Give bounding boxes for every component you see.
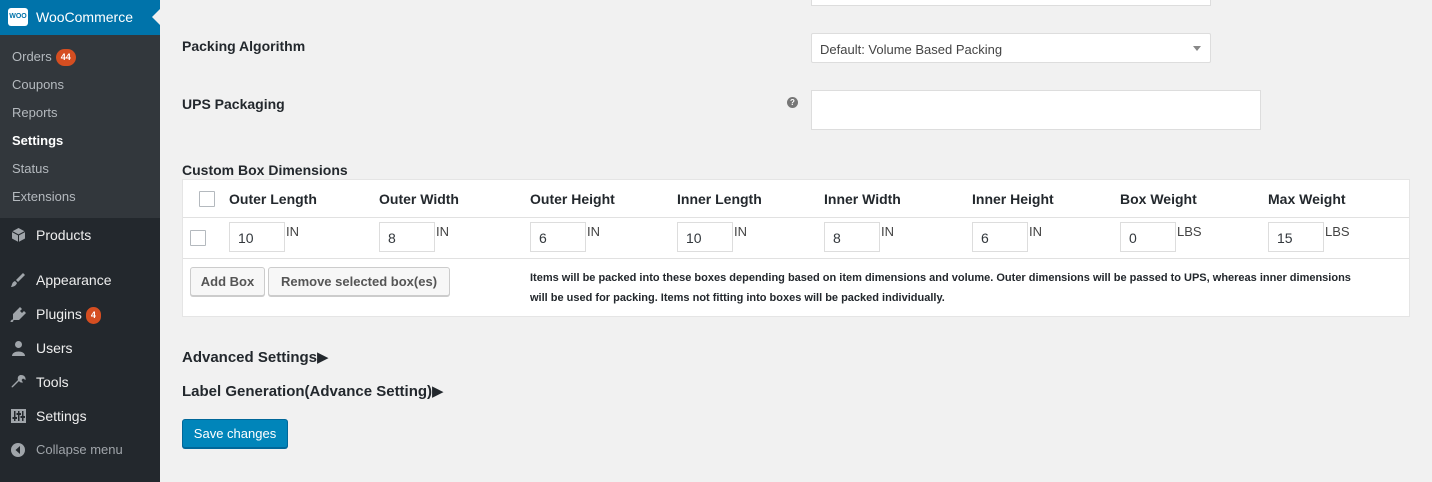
woocommerce-submenu: Orders 44 Coupons Reports Settings Status…: [0, 35, 160, 218]
unit-label: IN: [286, 224, 299, 239]
row-select-checkbox[interactable]: [190, 230, 206, 246]
unit-label: IN: [734, 224, 747, 239]
label-generation-toggle[interactable]: Label Generation(Advance Setting)▶: [182, 382, 444, 400]
sidebar-item-label: Products: [36, 227, 92, 243]
woocommerce-menu-label: WooCommerce: [36, 9, 133, 25]
inner-width-input[interactable]: 8: [824, 222, 880, 252]
woocommerce-menu-header[interactable]: WOO WooCommerce: [0, 0, 160, 35]
sidebar-item-label: Tools: [36, 374, 69, 390]
outer-length-input[interactable]: 10: [229, 222, 285, 252]
sidebar-item-settings[interactable]: Settings: [0, 399, 160, 433]
sidebar-item-label: Users: [36, 340, 73, 356]
column-header-inner-length: Inner Length: [677, 191, 762, 207]
ups-packaging-multiselect[interactable]: [811, 90, 1261, 130]
column-header-outer-length: Outer Length: [229, 191, 317, 207]
ups-packaging-label: UPS Packaging: [182, 96, 285, 112]
plugins-update-badge: 4: [85, 307, 101, 324]
admin-sidebar: WOO WooCommerce Orders 44 Coupons Reports…: [0, 0, 160, 482]
unit-label: LBS: [1325, 224, 1350, 239]
sidebar-item-users[interactable]: Users: [0, 331, 160, 365]
submenu-item-coupons[interactable]: Coupons: [12, 77, 64, 92]
inner-height-input[interactable]: 6: [972, 222, 1028, 252]
save-changes-button[interactable]: Save changes: [182, 419, 288, 448]
custom-box-table: Outer Length Outer Width Outer Height In…: [182, 179, 1410, 317]
collapse-menu-label: Collapse menu: [36, 442, 123, 457]
plugin-icon: [10, 306, 27, 323]
column-header-outer-height: Outer Height: [530, 191, 615, 207]
outer-height-input[interactable]: 6: [530, 222, 586, 252]
unit-label: LBS: [1177, 224, 1202, 239]
sidebar-item-tools[interactable]: Tools: [0, 365, 160, 399]
chevron-down-icon: [1193, 46, 1201, 51]
cube-icon: [10, 227, 27, 243]
unit-label: IN: [587, 224, 600, 239]
table-row-divider: [183, 258, 1409, 259]
box-weight-input[interactable]: 0: [1120, 222, 1176, 252]
previous-setting-field[interactable]: [811, 0, 1211, 6]
paintbrush-icon: [10, 272, 27, 288]
box-packing-description: Items will be packed into these boxes de…: [530, 272, 1351, 304]
collapse-menu-button[interactable]: Collapse menu: [0, 433, 160, 467]
select-all-checkbox[interactable]: [199, 191, 215, 207]
submenu-item-status[interactable]: Status: [12, 161, 49, 176]
submenu-item-extensions[interactable]: Extensions: [12, 189, 76, 204]
settings-content: Packing Algorithm Default: Volume Based …: [160, 0, 1432, 482]
collapse-icon: [10, 442, 27, 458]
user-icon: [10, 340, 27, 356]
column-header-max-weight: Max Weight: [1268, 191, 1346, 207]
woocommerce-logo-icon: WOO: [8, 8, 28, 26]
submenu-item-settings[interactable]: Settings: [12, 133, 63, 148]
unit-label: IN: [881, 224, 894, 239]
inner-length-input[interactable]: 10: [677, 222, 733, 252]
column-header-inner-height: Inner Height: [972, 191, 1054, 207]
sidebar-item-label: Appearance: [36, 272, 112, 288]
sidebar-item-appearance[interactable]: Appearance: [0, 263, 160, 297]
sidebar-item-label: Plugins 4: [36, 306, 101, 324]
sidebar-item-label: Settings: [36, 408, 87, 424]
unit-label: IN: [1029, 224, 1042, 239]
help-tip-icon[interactable]: ?: [787, 97, 798, 108]
column-header-inner-width: Inner Width: [824, 191, 901, 207]
submenu-item-reports[interactable]: Reports: [12, 105, 58, 120]
custom-box-dimensions-label: Custom Box Dimensions: [182, 162, 348, 178]
packing-algorithm-selected-value: Default: Volume Based Packing: [820, 42, 1003, 57]
outer-width-input[interactable]: 8: [379, 222, 435, 252]
submenu-item-orders[interactable]: Orders 44: [12, 49, 76, 66]
unit-label: IN: [436, 224, 449, 239]
sidebar-item-plugins[interactable]: Plugins 4: [0, 297, 160, 331]
orders-count-badge: 44: [55, 49, 76, 66]
max-weight-input[interactable]: 15: [1268, 222, 1324, 252]
table-header-divider: [183, 217, 1409, 218]
add-box-button[interactable]: Add Box: [190, 267, 265, 296]
current-menu-arrow-icon: [152, 9, 160, 25]
packing-algorithm-label: Packing Algorithm: [182, 38, 306, 54]
advanced-settings-toggle[interactable]: Advanced Settings▶: [182, 348, 329, 366]
remove-selected-boxes-button[interactable]: Remove selected box(es): [268, 267, 450, 296]
submenu-item-label: Orders: [12, 49, 52, 64]
column-header-box-weight: Box Weight: [1120, 191, 1197, 207]
packing-algorithm-select[interactable]: Default: Volume Based Packing: [811, 33, 1211, 63]
sidebar-item-products[interactable]: Products: [0, 218, 160, 252]
settings-sliders-icon: [10, 408, 27, 424]
column-header-outer-width: Outer Width: [379, 191, 459, 207]
wrench-icon: [10, 374, 27, 390]
